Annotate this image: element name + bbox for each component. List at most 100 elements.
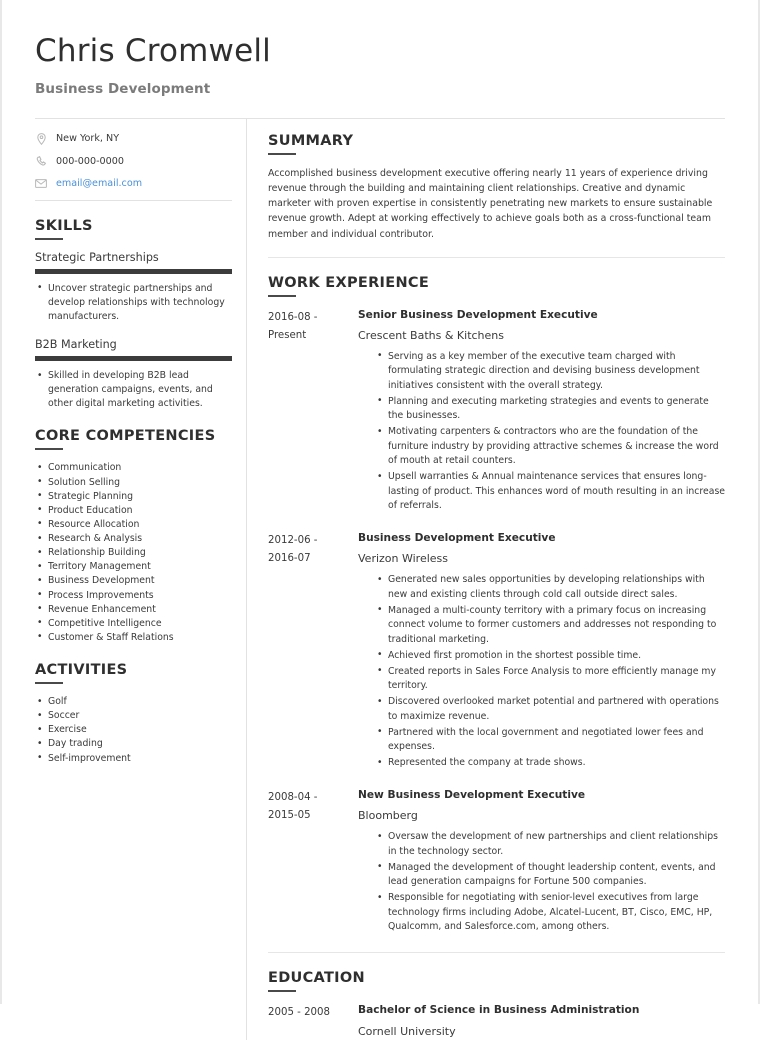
list-item: Self-improvement — [35, 751, 232, 766]
contact-info: New York, NY 000-000-0000 email@email.co… — [35, 132, 232, 201]
resume-header: Chris Cromwell Business Development — [35, 0, 725, 119]
activities-heading: ACTIVITIES — [35, 662, 128, 679]
list-item: Resource Allocation — [35, 517, 232, 532]
list-item: Revenue Enhancement — [35, 602, 232, 617]
education-heading-underline — [268, 990, 296, 993]
list-item: Represented the company at trade shows. — [376, 756, 725, 771]
education-body: Bachelor of Science in Business Administ… — [358, 1003, 725, 1040]
job-entry: 2008-04 - 2015-05 New Business Developme… — [268, 788, 725, 936]
list-item: Strategic Planning — [35, 489, 232, 504]
envelope-icon — [35, 178, 47, 188]
resume-columns: New York, NY 000-000-0000 email@email.co… — [35, 118, 725, 1040]
skill-bar-track — [35, 356, 232, 362]
list-item: Territory Management — [35, 560, 232, 574]
contact-divider — [35, 199, 232, 201]
job-position: Senior Business Development Executive — [358, 308, 598, 321]
list-item: Product Education — [35, 503, 232, 518]
skill-name: B2B Marketing — [35, 338, 117, 352]
job-points: Oversaw the development of new partnersh… — [358, 830, 725, 935]
job-date-start: 2008-04 - — [268, 792, 318, 804]
candidate-job-title: Business Development — [35, 80, 211, 97]
job-employer: Verizon Wireless — [358, 552, 449, 566]
activities-list: GolfSoccerExerciseDay tradingSelf-improv… — [35, 695, 232, 766]
list-item: Partnered with the local government and … — [376, 725, 725, 755]
section-summary: SUMMARY Accomplished business developmen… — [268, 133, 725, 258]
skill-point: Skilled in developing B2B lead generatio… — [35, 369, 232, 411]
list-item: Upsell warranties & Annual maintenance s… — [376, 470, 725, 514]
contact-item-email[interactable]: email@email.com — [35, 178, 232, 189]
skills-heading-underline — [35, 237, 63, 240]
list-item: Motivating carpenters & contractors who … — [376, 425, 725, 469]
list-item: Achieved first promotion in the shortest… — [376, 648, 725, 664]
education-entry: 2005 - 2008 Bachelor of Science in Busin… — [268, 1003, 725, 1040]
main-column: SUMMARY Accomplished business developmen… — [247, 119, 725, 1040]
job-points: Generated new sales opportunities by dev… — [358, 573, 725, 771]
job-position: New Business Development Executive — [358, 789, 586, 802]
job-body: New Business Development Executive Bloom… — [358, 788, 725, 936]
work-experience-heading: WORK EXPERIENCE — [268, 274, 430, 291]
location-pin-icon — [35, 132, 47, 145]
list-item: Process Improvements — [35, 588, 232, 603]
job-employer: Bloomberg — [358, 809, 418, 823]
phone-icon — [35, 155, 47, 167]
contact-item-phone[interactable]: 000-000-0000 — [35, 155, 232, 167]
core-competencies-heading: CORE COMPETENCIES — [35, 428, 216, 445]
summary-heading-underline — [268, 152, 296, 155]
sidebar-column: New York, NY 000-000-0000 email@email.co… — [35, 119, 246, 1040]
skill-bar-fill — [35, 268, 232, 274]
skill-name: Strategic Partnerships — [35, 250, 159, 264]
contact-item-location: New York, NY — [35, 132, 232, 145]
job-body: Senior Business Development Executive Cr… — [358, 308, 725, 515]
list-item: Generated new sales opportunities by dev… — [376, 573, 725, 602]
job-entry: 2012-06 - 2016-07 Business Development E… — [268, 531, 725, 772]
section-skills: SKILLS Strategic Partnerships Uncover st… — [35, 218, 232, 412]
core-competencies-list: CommunicationSolution SellingStrategic P… — [35, 461, 232, 645]
list-item: Day trading — [35, 737, 232, 751]
job-date-end: 2016-07 — [268, 553, 311, 565]
core-competencies-heading-underline — [35, 448, 63, 451]
skill-bar-track — [35, 268, 232, 274]
education-heading: EDUCATION — [268, 970, 365, 987]
section-education: EDUCATION 2005 - 2008 Bachelor of Scienc… — [268, 970, 725, 1040]
job-position: Business Development Executive — [358, 532, 556, 545]
skills-heading: SKILLS — [35, 217, 93, 234]
skill-point: Uncover strategic partnerships and devel… — [35, 281, 232, 324]
education-degree: Bachelor of Science in Business Administ… — [358, 1004, 640, 1017]
job-date-start: 2016-08 - — [268, 311, 318, 323]
resume-page: Chris Cromwell Business Development New … — [0, 0, 760, 1040]
list-item: Competitive Intelligence — [35, 616, 232, 631]
list-item: Responsible for negotiating with senior-… — [376, 891, 725, 935]
section-work-experience: WORK EXPERIENCE 2016-08 - Present Senior… — [268, 274, 725, 954]
contact-location-value: New York, NY — [56, 133, 120, 145]
candidate-name: Chris Cromwell — [35, 33, 271, 69]
skill-bar-fill — [35, 356, 232, 362]
job-entry: 2016-08 - Present Senior Business Develo… — [268, 308, 725, 515]
list-item: Soccer — [35, 709, 232, 723]
work-experience-heading-underline — [268, 294, 296, 297]
contact-phone-value: 000-000-0000 — [56, 155, 124, 167]
list-item: Planning and executing marketing strateg… — [376, 394, 725, 424]
summary-heading: SUMMARY — [268, 132, 354, 149]
job-dates: 2008-04 - 2015-05 — [268, 788, 358, 936]
job-dates: 2016-08 - Present — [268, 308, 358, 515]
skill-item: B2B Marketing Skilled in developing B2B … — [35, 338, 232, 411]
job-date-start: 2012-06 - — [268, 535, 318, 547]
work-experience-divider — [268, 952, 725, 954]
section-core-competencies: CORE COMPETENCIES CommunicationSolution … — [35, 428, 232, 645]
list-item: Relationship Building — [35, 546, 232, 560]
list-item: Serving as a key member of the executive… — [376, 349, 725, 394]
list-item: Business Development — [35, 574, 232, 588]
list-item: Exercise — [35, 723, 232, 737]
list-item: Discovered overlooked market potential a… — [376, 695, 725, 724]
job-body: Business Development Executive Verizon W… — [358, 531, 725, 772]
job-points: Serving as a key member of the executive… — [358, 349, 725, 514]
list-item: Golf — [35, 695, 232, 709]
job-date-end: 2015-05 — [268, 810, 311, 822]
contact-email-value[interactable]: email@email.com — [56, 178, 142, 189]
summary-divider — [268, 256, 725, 258]
list-item: Research & Analysis — [35, 532, 232, 546]
skill-points: Skilled in developing B2B lead generatio… — [35, 369, 232, 411]
list-item: Solution Selling — [35, 475, 232, 490]
education-dates: 2005 - 2008 — [268, 1007, 331, 1019]
list-item: Managed the development of thought leade… — [376, 860, 725, 890]
